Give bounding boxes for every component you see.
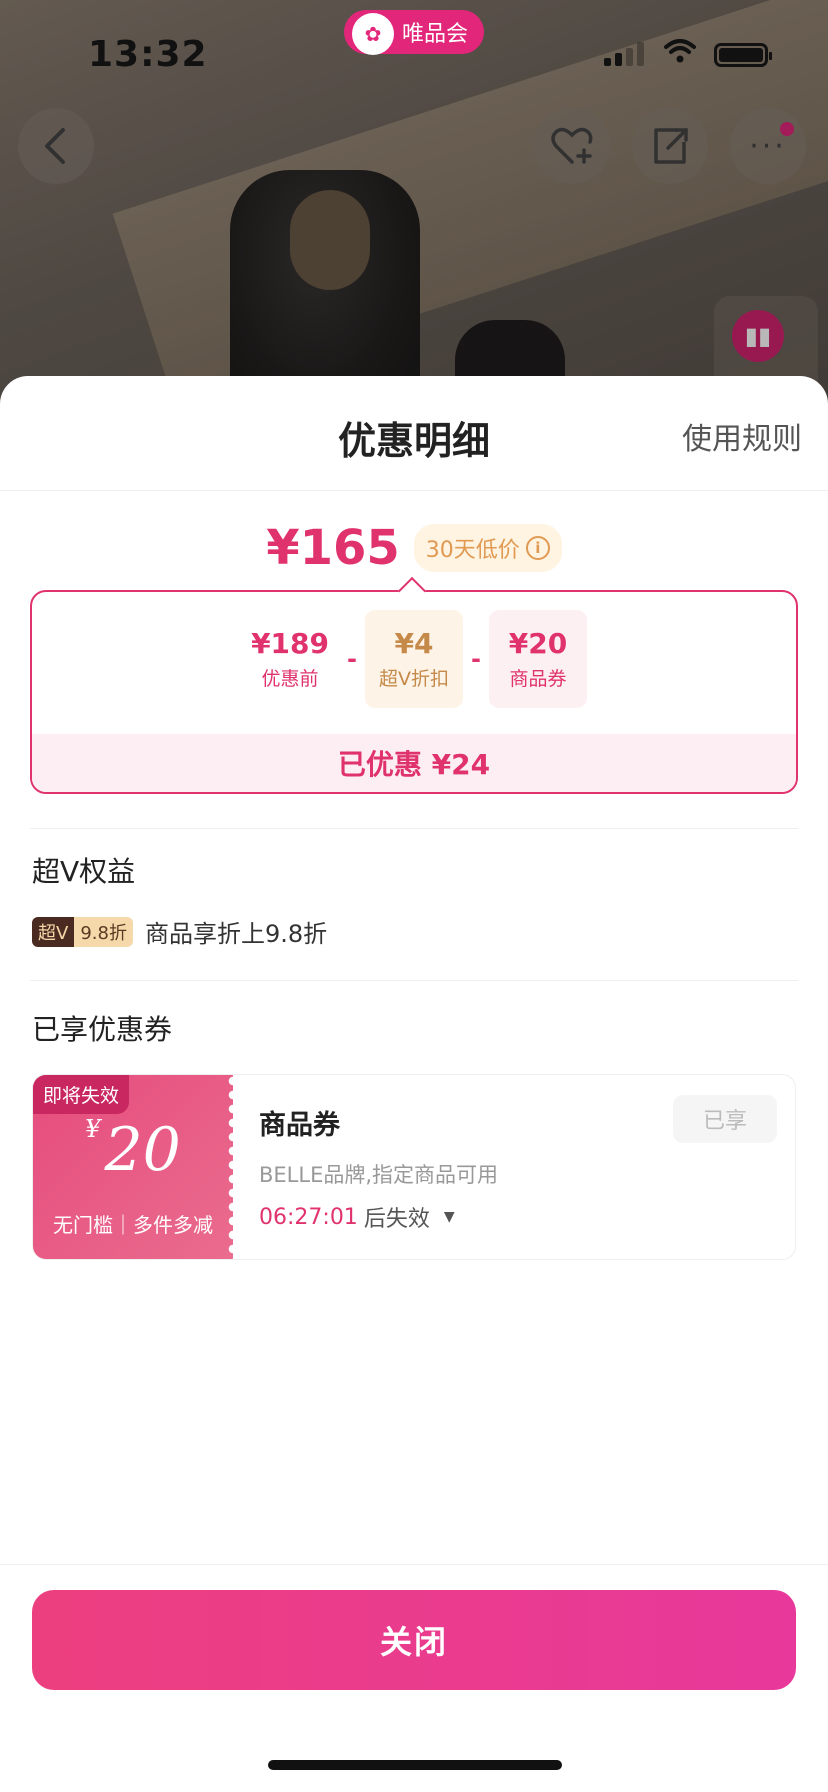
total-saved: 已优惠 ¥24 bbox=[32, 734, 796, 792]
coupon-card[interactable]: 即将失效 ¥20 无门槛｜多件多减 商品券 BELLE品牌,指定商品可用 06:… bbox=[32, 1074, 796, 1260]
sheet-header: 优惠明细 使用规则 bbox=[0, 376, 828, 491]
vip-tag-label: 超V bbox=[32, 916, 75, 947]
countdown-suffix: 后失效 bbox=[363, 1207, 430, 1232]
usage-rules-link[interactable]: 使用规则 bbox=[682, 414, 802, 458]
discount-detail-sheet: 优惠明细 使用规则 ¥165 30天低价 i ¥189 优惠前 - ¥4 超V折… bbox=[0, 376, 828, 1792]
brand-pill: ✿ 唯品会 bbox=[344, 10, 484, 55]
minus-sign: - bbox=[471, 645, 481, 673]
brand-name: 唯品会 bbox=[402, 22, 469, 47]
coupon-expiry[interactable]: 06:27:01 后失效 ▼ bbox=[259, 1201, 455, 1233]
coupon-conditions: 无门槛｜多件多减 bbox=[53, 1213, 213, 1237]
footer-divider bbox=[0, 1564, 828, 1565]
coupon-discount-item: ¥20 商品券 bbox=[488, 610, 587, 708]
divider bbox=[30, 980, 798, 981]
coupon-title: 商品券 bbox=[259, 1110, 340, 1141]
signal-icon bbox=[604, 42, 644, 66]
original-price-value: ¥189 bbox=[251, 627, 329, 660]
final-price: ¥165 bbox=[266, 520, 400, 576]
coupon-currency: ¥ bbox=[85, 1115, 101, 1143]
coupon-discount-value: ¥20 bbox=[508, 627, 568, 660]
bunny-logo-icon: ✿ bbox=[352, 13, 394, 55]
coupons-section-title: 已享优惠券 bbox=[32, 1013, 173, 1046]
vip-benefit-desc: 商品享折上9.8折 bbox=[144, 920, 328, 948]
countdown-timer: 06:27:01 bbox=[259, 1204, 358, 1230]
vip-discount-value: ¥4 bbox=[394, 627, 434, 660]
vip-discount-item: ¥4 超V折扣 bbox=[365, 610, 463, 708]
vip-section-title: 超V权益 bbox=[32, 855, 136, 888]
expiring-tag: 即将失效 bbox=[33, 1075, 130, 1114]
price-formula: ¥189 优惠前 - ¥4 超V折扣 - ¥20 商品券 bbox=[32, 610, 796, 708]
coupon-amount-value: 20 bbox=[104, 1115, 181, 1185]
wifi-icon bbox=[664, 38, 696, 71]
close-button[interactable]: 关闭 bbox=[32, 1590, 796, 1690]
coupon-description: BELLE品牌,指定商品可用 bbox=[259, 1163, 499, 1187]
coupon-discount-label: 商品券 bbox=[509, 668, 567, 690]
low-price-badge[interactable]: 30天低价 i bbox=[413, 524, 562, 572]
minus-sign: - bbox=[347, 645, 357, 673]
coupon-value-panel: 即将失效 ¥20 无门槛｜多件多减 bbox=[33, 1075, 239, 1259]
low-price-label: 30天低价 bbox=[425, 538, 520, 563]
final-price-row: ¥165 30天低价 i bbox=[0, 518, 828, 578]
original-price-item: ¥189 优惠前 bbox=[241, 610, 340, 708]
vip-discount-label: 超V折扣 bbox=[379, 668, 449, 690]
home-indicator bbox=[268, 1760, 562, 1770]
info-icon: i bbox=[525, 536, 550, 560]
vip-tag: 超V 9.8折 bbox=[32, 916, 133, 947]
status-bar: 13:32 ✿ 唯品会 bbox=[0, 0, 828, 100]
caret-down-icon: ▼ bbox=[443, 1209, 455, 1225]
original-price-label: 优惠前 bbox=[261, 668, 319, 690]
vip-benefit-row: 超V 9.8折 商品享折上9.8折 bbox=[32, 914, 327, 949]
status-time: 13:32 bbox=[88, 34, 208, 75]
coupon-used-button: 已享 bbox=[673, 1095, 777, 1143]
price-breakdown: ¥189 优惠前 - ¥4 超V折扣 - ¥20 商品券 已优惠 ¥24 bbox=[30, 590, 798, 794]
battery-icon bbox=[714, 43, 772, 67]
vip-tag-rate: 9.8折 bbox=[74, 916, 133, 947]
coupon-amount: ¥20 bbox=[33, 1115, 233, 1185]
divider bbox=[30, 828, 798, 829]
